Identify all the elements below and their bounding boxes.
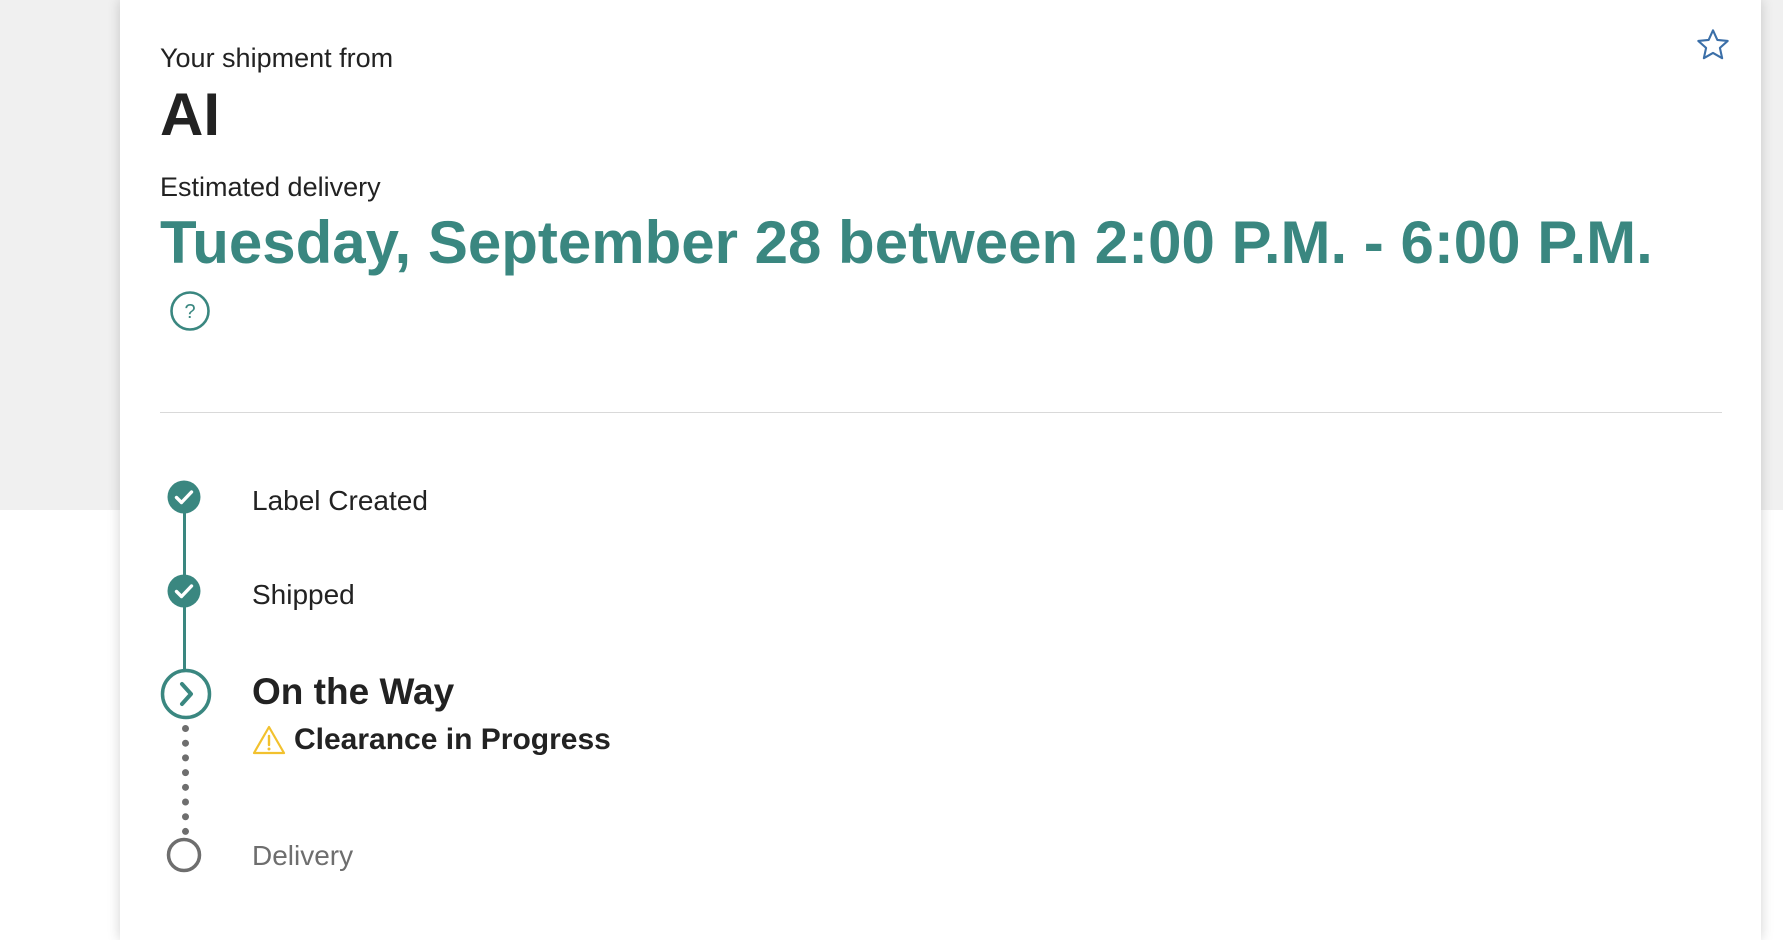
- question-circle-icon[interactable]: ?: [169, 290, 211, 332]
- clearance-status-text: Clearance in Progress: [294, 723, 611, 756]
- check-circle-icon: [167, 574, 201, 608]
- timeline-connector-pending: [182, 725, 189, 835]
- section-divider: [160, 412, 1722, 413]
- warning-triangle-icon: [252, 725, 286, 755]
- timeline-step-on-the-way: On the Way: [252, 671, 455, 712]
- check-circle-icon: [167, 480, 201, 514]
- timeline-step-substatus: Clearance in Progress: [252, 722, 611, 758]
- estimated-delivery-label: Estimated delivery: [160, 172, 381, 202]
- shipment-card: Your shipment from AI Estimated delivery…: [120, 0, 1761, 940]
- timeline-step-delivery: Delivery: [252, 840, 354, 871]
- estimated-delivery-date: Tuesday, September 28 between 2:00 P.M. …: [160, 209, 1653, 276]
- chevron-right-circle-icon: [160, 668, 212, 720]
- timeline-step-label-created: Label Created: [252, 485, 428, 516]
- sender-name: AI: [160, 81, 220, 148]
- svg-text:?: ?: [184, 301, 195, 323]
- empty-circle-icon: [166, 837, 202, 873]
- timeline-step-shipped: Shipped: [252, 579, 355, 610]
- shipment-from-label: Your shipment from: [160, 43, 394, 73]
- star-icon[interactable]: [1695, 27, 1731, 63]
